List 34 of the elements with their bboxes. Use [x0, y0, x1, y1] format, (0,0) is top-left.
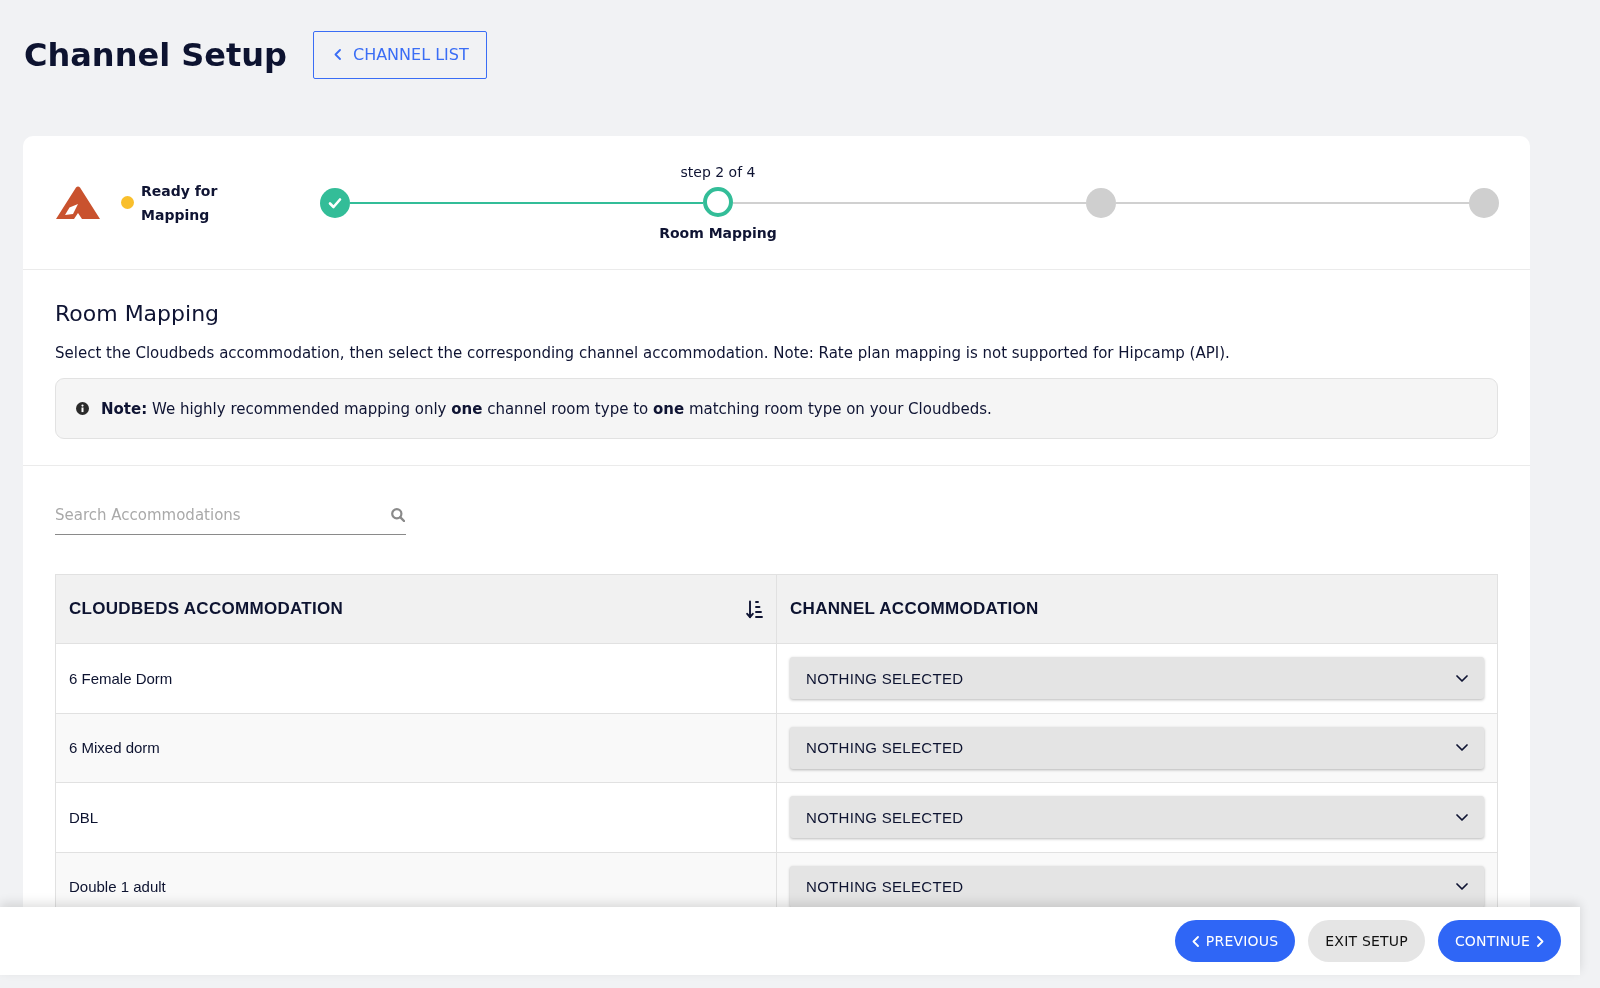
chevron-down-icon — [1456, 674, 1468, 682]
room-type-dropdown[interactable]: NOTHING SELECTED — [790, 726, 1484, 769]
room-type-dropdown[interactable]: NOTHING SELECTED — [790, 657, 1484, 700]
chevron-left-icon — [333, 49, 341, 60]
table-cell: 6 Female Dorm — [55, 643, 777, 713]
table-cell: 6 Mixed dorm — [55, 713, 777, 783]
search-icon[interactable] — [391, 508, 405, 522]
chevron-down-icon — [1456, 744, 1468, 752]
info-icon — [76, 402, 89, 415]
chevron-right-icon — [1537, 935, 1544, 947]
continue-button[interactable]: CONTINUE — [1437, 920, 1561, 962]
section-description: Select the Cloudbeds accommodation, then select the corresponding channel accommodation. Note: Rate plan mapping is not supported for Hipcamp (API). — [55, 343, 1231, 364]
table-cell: Double 1 adult — [55, 852, 777, 907]
chevron-down-icon — [1456, 813, 1468, 821]
sort-icon[interactable] — [746, 599, 763, 619]
room-type-dropdown[interactable]: NOTHING SELECTED — [790, 796, 1484, 839]
search-field[interactable]: Search Accommodations — [55, 495, 406, 535]
status-dot-icon — [121, 196, 134, 209]
step-label: Room Mapping — [659, 224, 777, 242]
previous-button[interactable]: PREVIOUS — [1174, 920, 1296, 962]
room-type-dropdown[interactable]: NOTHING SELECTED — [790, 865, 1484, 907]
table-cell: DBL — [55, 782, 777, 852]
section-title: Room Mapping — [55, 300, 221, 328]
tent-icon — [56, 186, 100, 219]
status-label: Ready for Mapping — [141, 181, 219, 225]
exit-setup-button[interactable]: EXIT SETUP — [1308, 920, 1425, 962]
column-title: CHANNEL ACCOMMODATION — [790, 599, 1039, 619]
chevron-down-icon — [1456, 883, 1468, 891]
channel-list-button[interactable]: CHANNEL LIST — [312, 30, 487, 79]
column-title: CLOUDBEDS ACCOMMODATION — [69, 599, 344, 619]
page-title: Channel Setup — [24, 34, 287, 75]
chevron-left-icon — [1191, 935, 1199, 947]
step-caption: step 2 of 4 — [680, 163, 756, 181]
note-text: Note: We highly recommended mapping only one channel room type to one matching room type on your Cloudbeds. — [101, 398, 992, 420]
